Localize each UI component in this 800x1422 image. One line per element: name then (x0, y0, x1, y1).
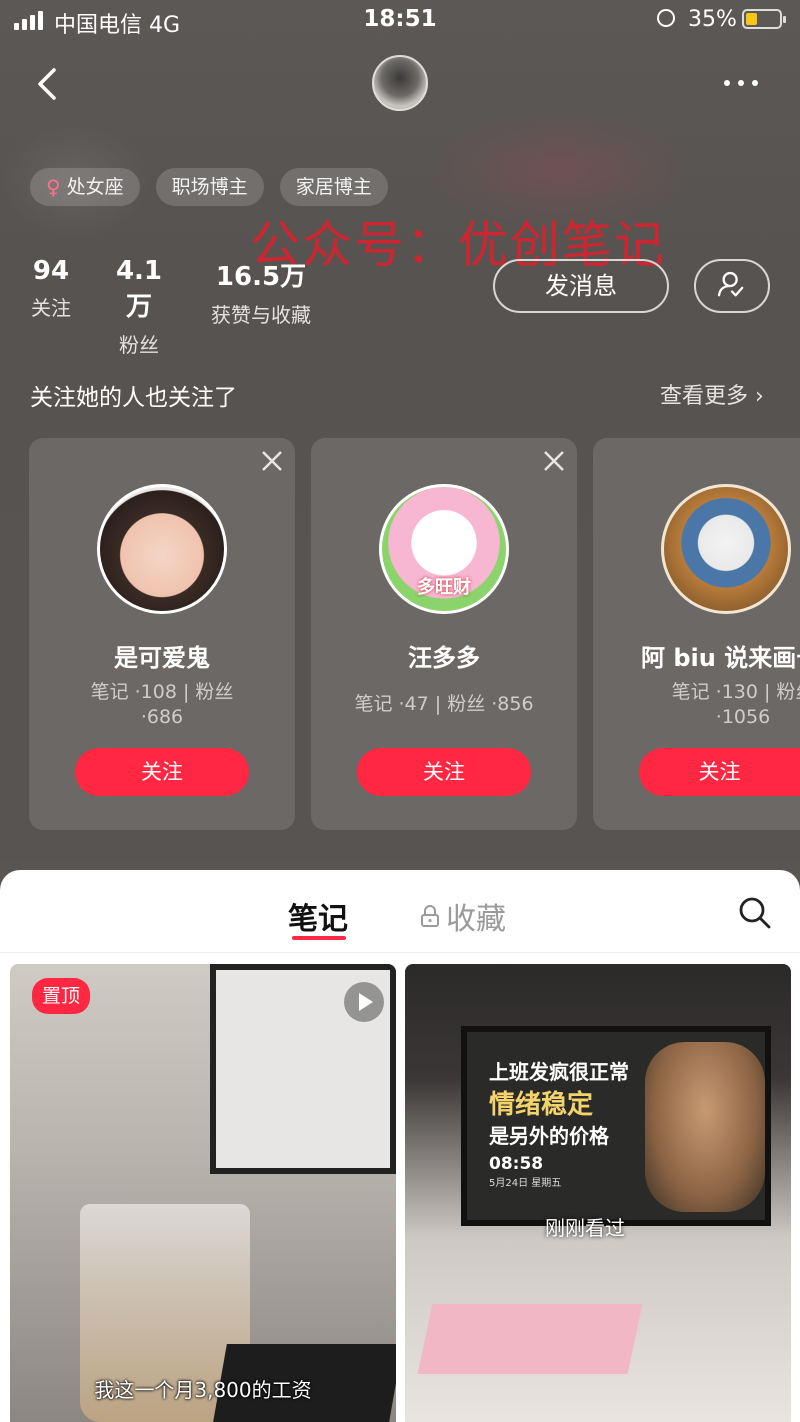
monitor-text: 上班发疯很正常 (489, 1060, 629, 1084)
card-meta-line: 笔记 ·108 | 粉丝 (90, 681, 234, 703)
stat-label: 获赞与收藏 (211, 303, 311, 327)
tag-workplace: 职场博主 (155, 168, 264, 206)
female-icon: ♀ (46, 175, 61, 199)
monitor-text: 是另外的价格 (489, 1124, 609, 1148)
card-meta-line: 笔记 ·130 | 粉丝 (671, 681, 800, 703)
close-icon[interactable] (259, 448, 285, 474)
chevron-right-icon: › (755, 384, 764, 409)
tag-zodiac: ♀ 处女座 (30, 168, 140, 206)
card-meta-line: 笔记 ·47 | 粉丝 ·856 (354, 693, 534, 715)
card-name: 阿 biu 说来画长 (641, 644, 800, 672)
stat-followers[interactable]: 4.1万 粉丝 (104, 256, 174, 358)
recently-viewed-label: 刚刚看过 (545, 1216, 625, 1240)
lock-icon (421, 905, 439, 927)
user-check-icon (717, 271, 744, 297)
note-thumbnail-keyboard (417, 1304, 643, 1374)
stat-likes[interactable]: 16.5万 获赞与收藏 (206, 256, 316, 328)
recommend-card[interactable]: 是可爱鬼 笔记 ·108 | 粉丝 ·686 关注 (29, 438, 295, 830)
tag-label: 处女座 (66, 176, 124, 198)
battery-percent: 35% (688, 7, 737, 32)
card-name: 汪多多 (408, 644, 480, 672)
tab-collect[interactable]: 收藏 (420, 894, 506, 938)
notes-panel: 笔记 收藏 置顶 我这一个月3,800的工资 上班发疯很正常 情绪稳定 是另外的… (0, 870, 800, 1422)
avatar-text: 多旺财 (417, 577, 471, 598)
play-icon (344, 982, 384, 1022)
avatar[interactable] (372, 55, 428, 111)
search-icon[interactable] (738, 896, 772, 930)
note-thumbnail-monitor: 上班发疯很正常 情绪稳定 是另外的价格 08:58 5月24日 星期五 (461, 1026, 771, 1226)
monitor-date: 5月24日 星期五 (489, 1178, 562, 1189)
battery-icon (742, 9, 786, 29)
status-bar: 中国电信 4G 18:51 35% (0, 0, 800, 40)
card-meta: 笔记 ·108 | 粉丝 ·686 (59, 680, 265, 730)
follow-button[interactable]: 关注 (639, 748, 800, 796)
status-time: 18:51 (363, 6, 437, 32)
active-tab-indicator (292, 936, 346, 940)
rotation-lock-icon (657, 9, 675, 27)
see-more-label: 查看更多 (660, 384, 749, 409)
card-meta: 笔记 ·130 | 粉丝 ·1056 (623, 680, 800, 730)
note-card[interactable]: 上班发疯很正常 情绪稳定 是另外的价格 08:58 5月24日 星期五 刚刚看过 (405, 964, 791, 1422)
send-message-button[interactable]: 发消息 (493, 259, 669, 313)
monitor-time: 08:58 (489, 1154, 544, 1174)
note-card[interactable]: 置顶 我这一个月3,800的工资 (10, 964, 396, 1422)
card-name: 是可爱鬼 (114, 644, 210, 672)
monitor-text: 情绪稳定 (489, 1090, 594, 1120)
note-thumbnail-face (645, 1042, 765, 1212)
see-more-link[interactable]: 查看更多 › (660, 378, 764, 410)
recommend-title: 关注她的人也关注了 (30, 385, 237, 411)
more-icon[interactable] (724, 80, 758, 86)
tag-home: 家居博主 (279, 168, 388, 206)
tag-label: 家居博主 (295, 176, 372, 198)
follow-button[interactable]: 关注 (75, 748, 249, 796)
card-meta-line: ·686 (140, 706, 184, 728)
followed-user-button[interactable] (694, 259, 770, 313)
tab-label: 收藏 (446, 902, 506, 937)
pinned-badge: 置顶 (32, 978, 91, 1014)
recommend-card[interactable]: 阿 biu 说来画长 笔记 ·130 | 粉丝 ·1056 关注 (593, 438, 800, 830)
stat-value: 94 (32, 256, 70, 286)
note-caption: 我这一个月3,800的工资 (94, 1378, 312, 1402)
stat-following[interactable]: 94 关注 (30, 256, 72, 321)
stat-value: 16.5万 (215, 262, 307, 292)
profile-tags: ♀ 处女座 职场博主 家居博主 (30, 168, 388, 206)
card-meta: 笔记 ·47 | 粉丝 ·856 (341, 692, 547, 717)
divider (0, 952, 800, 953)
close-icon[interactable] (541, 448, 567, 474)
tab-notes[interactable]: 笔记 (288, 894, 348, 938)
avatar[interactable] (97, 484, 227, 614)
stat-label: 粉丝 (119, 333, 159, 357)
avatar[interactable] (661, 484, 791, 614)
back-icon[interactable] (30, 64, 70, 104)
card-meta-line: ·1056 (715, 706, 771, 728)
tag-label: 职场博主 (171, 176, 248, 198)
recommend-card[interactable]: 多旺财 汪多多 笔记 ·47 | 粉丝 ·856 关注 (311, 438, 577, 830)
follow-button[interactable]: 关注 (357, 748, 531, 796)
avatar[interactable]: 多旺财 (379, 484, 509, 614)
stat-label: 关注 (31, 296, 71, 320)
stat-value: 4.1万 (115, 256, 163, 322)
